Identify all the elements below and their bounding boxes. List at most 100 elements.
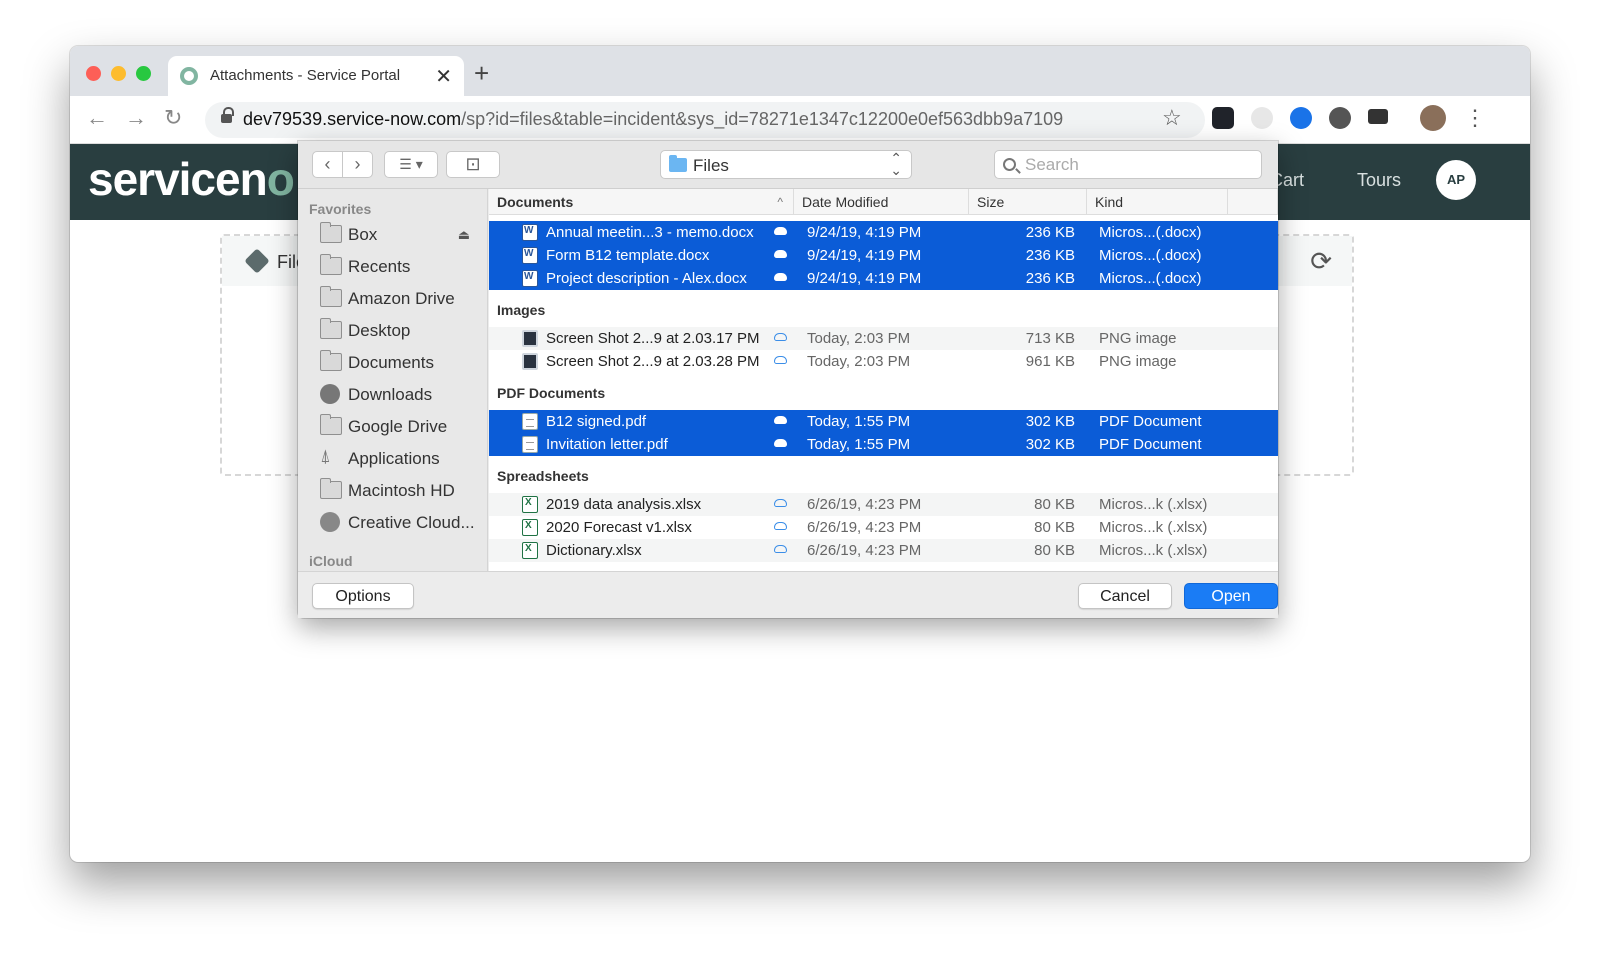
bookmark-star-icon[interactable]: ☆ xyxy=(1162,105,1182,131)
close-tab-icon[interactable]: ✕ xyxy=(435,64,452,89)
file-row[interactable]: 2020 Forecast v1.xlsx 6/26/19, 4:23 PM 8… xyxy=(489,516,1278,539)
column-header-name-label: Documents xyxy=(497,194,574,210)
sidebar-item-applications[interactable]: ⍋ Applications xyxy=(320,445,480,475)
excel-file-icon xyxy=(522,519,538,536)
file-row[interactable]: Screen Shot 2...9 at 2.03.28 PM Today, 2… xyxy=(489,350,1278,373)
column-header-size[interactable]: Size xyxy=(969,189,1087,215)
file-kind: Micros...(.docx) xyxy=(1099,247,1202,264)
reload-icon[interactable]: ↻ xyxy=(164,105,182,131)
sidebar-item-google-drive[interactable]: Google Drive xyxy=(320,413,480,443)
password-manager-extension-icon[interactable] xyxy=(1290,107,1312,129)
sidebar-item-creative-cloud[interactable]: Creative Cloud... xyxy=(320,509,480,539)
cloud-icon xyxy=(774,545,787,553)
servicenow-logo[interactable]: serviceno xyxy=(88,152,295,206)
sidebar-item-label: Recents xyxy=(348,257,411,276)
file-row[interactable]: B12 signed.pdf Today, 1:55 PM 302 KB PDF… xyxy=(489,410,1278,433)
sidebar-item-recents[interactable]: Recents xyxy=(320,253,480,283)
column-header-kind[interactable]: Kind xyxy=(1087,189,1228,215)
file-row[interactable]: Invitation letter.pdf Today, 1:55 PM 302… xyxy=(489,433,1278,456)
video-extension-icon[interactable] xyxy=(1368,109,1388,124)
sidebar-item-box[interactable]: Box ⏏ xyxy=(320,221,480,251)
file-row[interactable]: Screen Shot 2...9 at 2.03.17 PM Today, 2… xyxy=(489,327,1278,350)
cloud-icon xyxy=(774,250,787,258)
zoom-window-button[interactable] xyxy=(136,66,151,81)
cloud-icon xyxy=(774,416,787,424)
minimize-window-button[interactable] xyxy=(111,66,126,81)
pdf-file-icon xyxy=(522,413,538,430)
search-field[interactable] xyxy=(994,150,1262,179)
column-header-filler xyxy=(1228,189,1278,215)
file-date: 6/26/19, 4:23 PM xyxy=(807,496,922,513)
url-host: dev79539.service-now.com xyxy=(243,109,462,129)
lock-icon xyxy=(221,107,234,125)
file-row[interactable]: 2019 data analysis.xlsx 6/26/19, 4:23 PM… xyxy=(489,493,1278,516)
file-row[interactable]: Dictionary.xlsx 6/26/19, 4:23 PM 80 KB M… xyxy=(489,539,1278,562)
open-button[interactable]: Open xyxy=(1184,583,1278,609)
folder-icon xyxy=(320,222,342,243)
location-selector[interactable]: Files ⌃ ⌄ xyxy=(660,150,912,179)
sidebar-item-documents[interactable]: Documents xyxy=(320,349,480,379)
react-devtools-extension-icon[interactable] xyxy=(1212,107,1234,129)
file-name: Screen Shot 2...9 at 2.03.28 PM xyxy=(546,353,760,370)
search-input[interactable] xyxy=(1023,154,1253,176)
sidebar-item-label: Applications xyxy=(348,449,440,468)
file-name: Annual meetin...3 - memo.docx xyxy=(546,224,754,241)
forward-button[interactable]: › xyxy=(342,151,373,178)
image-file-icon xyxy=(522,330,538,347)
forward-icon[interactable]: → xyxy=(125,105,147,131)
file-name: 2019 data analysis.xlsx xyxy=(546,496,702,513)
box-icon xyxy=(244,248,270,274)
file-date: Today, 1:55 PM xyxy=(807,413,911,430)
word-document-icon xyxy=(522,247,538,264)
address-bar[interactable]: dev79539.service-now.com/sp?id=files&tab… xyxy=(205,102,1205,138)
close-window-button[interactable] xyxy=(86,66,101,81)
file-open-dialog: ‹ › ☰ ▾ ⊡ Files ⌃⌄ Favorites Box ⏏ Recen… xyxy=(298,141,1278,618)
pdf-file-icon xyxy=(522,436,538,453)
dark-mode-extension-icon[interactable] xyxy=(1329,107,1351,129)
back-button[interactable]: ‹ xyxy=(312,151,343,178)
file-date: Today, 2:03 PM xyxy=(807,330,911,347)
sidebar-item-desktop[interactable]: Desktop xyxy=(320,317,480,347)
sidebar-item-amazon-drive[interactable]: Amazon Drive xyxy=(320,285,480,315)
extension-icon[interactable] xyxy=(1251,107,1273,129)
cancel-button[interactable]: Cancel xyxy=(1078,583,1172,609)
file-row[interactable]: Form B12 template.docx 9/24/19, 4:19 PM … xyxy=(489,244,1278,267)
downloads-icon xyxy=(320,384,340,404)
group-header-spreadsheets: Spreadsheets xyxy=(489,463,1278,490)
sidebar-item-downloads[interactable]: Downloads xyxy=(320,381,480,411)
file-list: Documents ^ Date Modified Size Kind Annu… xyxy=(489,189,1278,571)
file-size: 713 KB xyxy=(1025,330,1075,347)
image-file-icon xyxy=(522,353,538,370)
browser-menu-icon[interactable]: ⋮ xyxy=(1464,105,1486,131)
file-size: 80 KB xyxy=(1034,519,1075,536)
view-options-button[interactable]: ☰ ▾ xyxy=(384,151,438,178)
group-header-images: Images xyxy=(489,297,1278,324)
dialog-toolbar: ‹ › ☰ ▾ ⊡ Files ⌃ ⌄ xyxy=(298,141,1278,189)
cloud-icon xyxy=(774,273,787,281)
file-row[interactable]: Annual meetin...3 - memo.docx 9/24/19, 4… xyxy=(489,221,1278,244)
column-header-name[interactable]: Documents ^ xyxy=(489,189,794,215)
word-document-icon xyxy=(522,224,538,241)
file-kind: PDF Document xyxy=(1099,436,1202,453)
user-avatar[interactable]: AP xyxy=(1436,160,1476,200)
file-row[interactable]: Project description - Alex.docx 9/24/19,… xyxy=(489,267,1278,290)
back-icon[interactable]: ← xyxy=(86,105,108,131)
file-name: Screen Shot 2...9 at 2.03.17 PM xyxy=(546,330,760,347)
file-size: 961 KB xyxy=(1025,353,1075,370)
tours-link[interactable]: Tours xyxy=(1357,170,1401,191)
sidebar-item-label: Google Drive xyxy=(348,417,448,436)
refresh-icon[interactable]: ⟳ xyxy=(1310,246,1332,277)
file-kind: Micros...k (.xlsx) xyxy=(1099,519,1208,536)
profile-avatar[interactable] xyxy=(1420,105,1446,131)
cloud-icon xyxy=(774,227,787,235)
sidebar-item-label: Creative Cloud... xyxy=(348,513,475,532)
new-tab-icon[interactable]: + xyxy=(474,58,489,89)
sidebar-item-macintosh-hd[interactable]: Macintosh HD xyxy=(320,477,480,507)
column-header-date[interactable]: Date Modified xyxy=(794,189,969,215)
sidebar-item-label: Documents xyxy=(348,353,434,372)
new-folder-button[interactable]: ⊡ xyxy=(446,151,500,178)
eject-icon[interactable]: ⏏ xyxy=(458,227,470,243)
browser-tab[interactable]: Attachments - Service Portal ✕ xyxy=(168,56,464,96)
cloud-icon xyxy=(774,522,787,530)
options-button[interactable]: Options xyxy=(312,583,414,609)
